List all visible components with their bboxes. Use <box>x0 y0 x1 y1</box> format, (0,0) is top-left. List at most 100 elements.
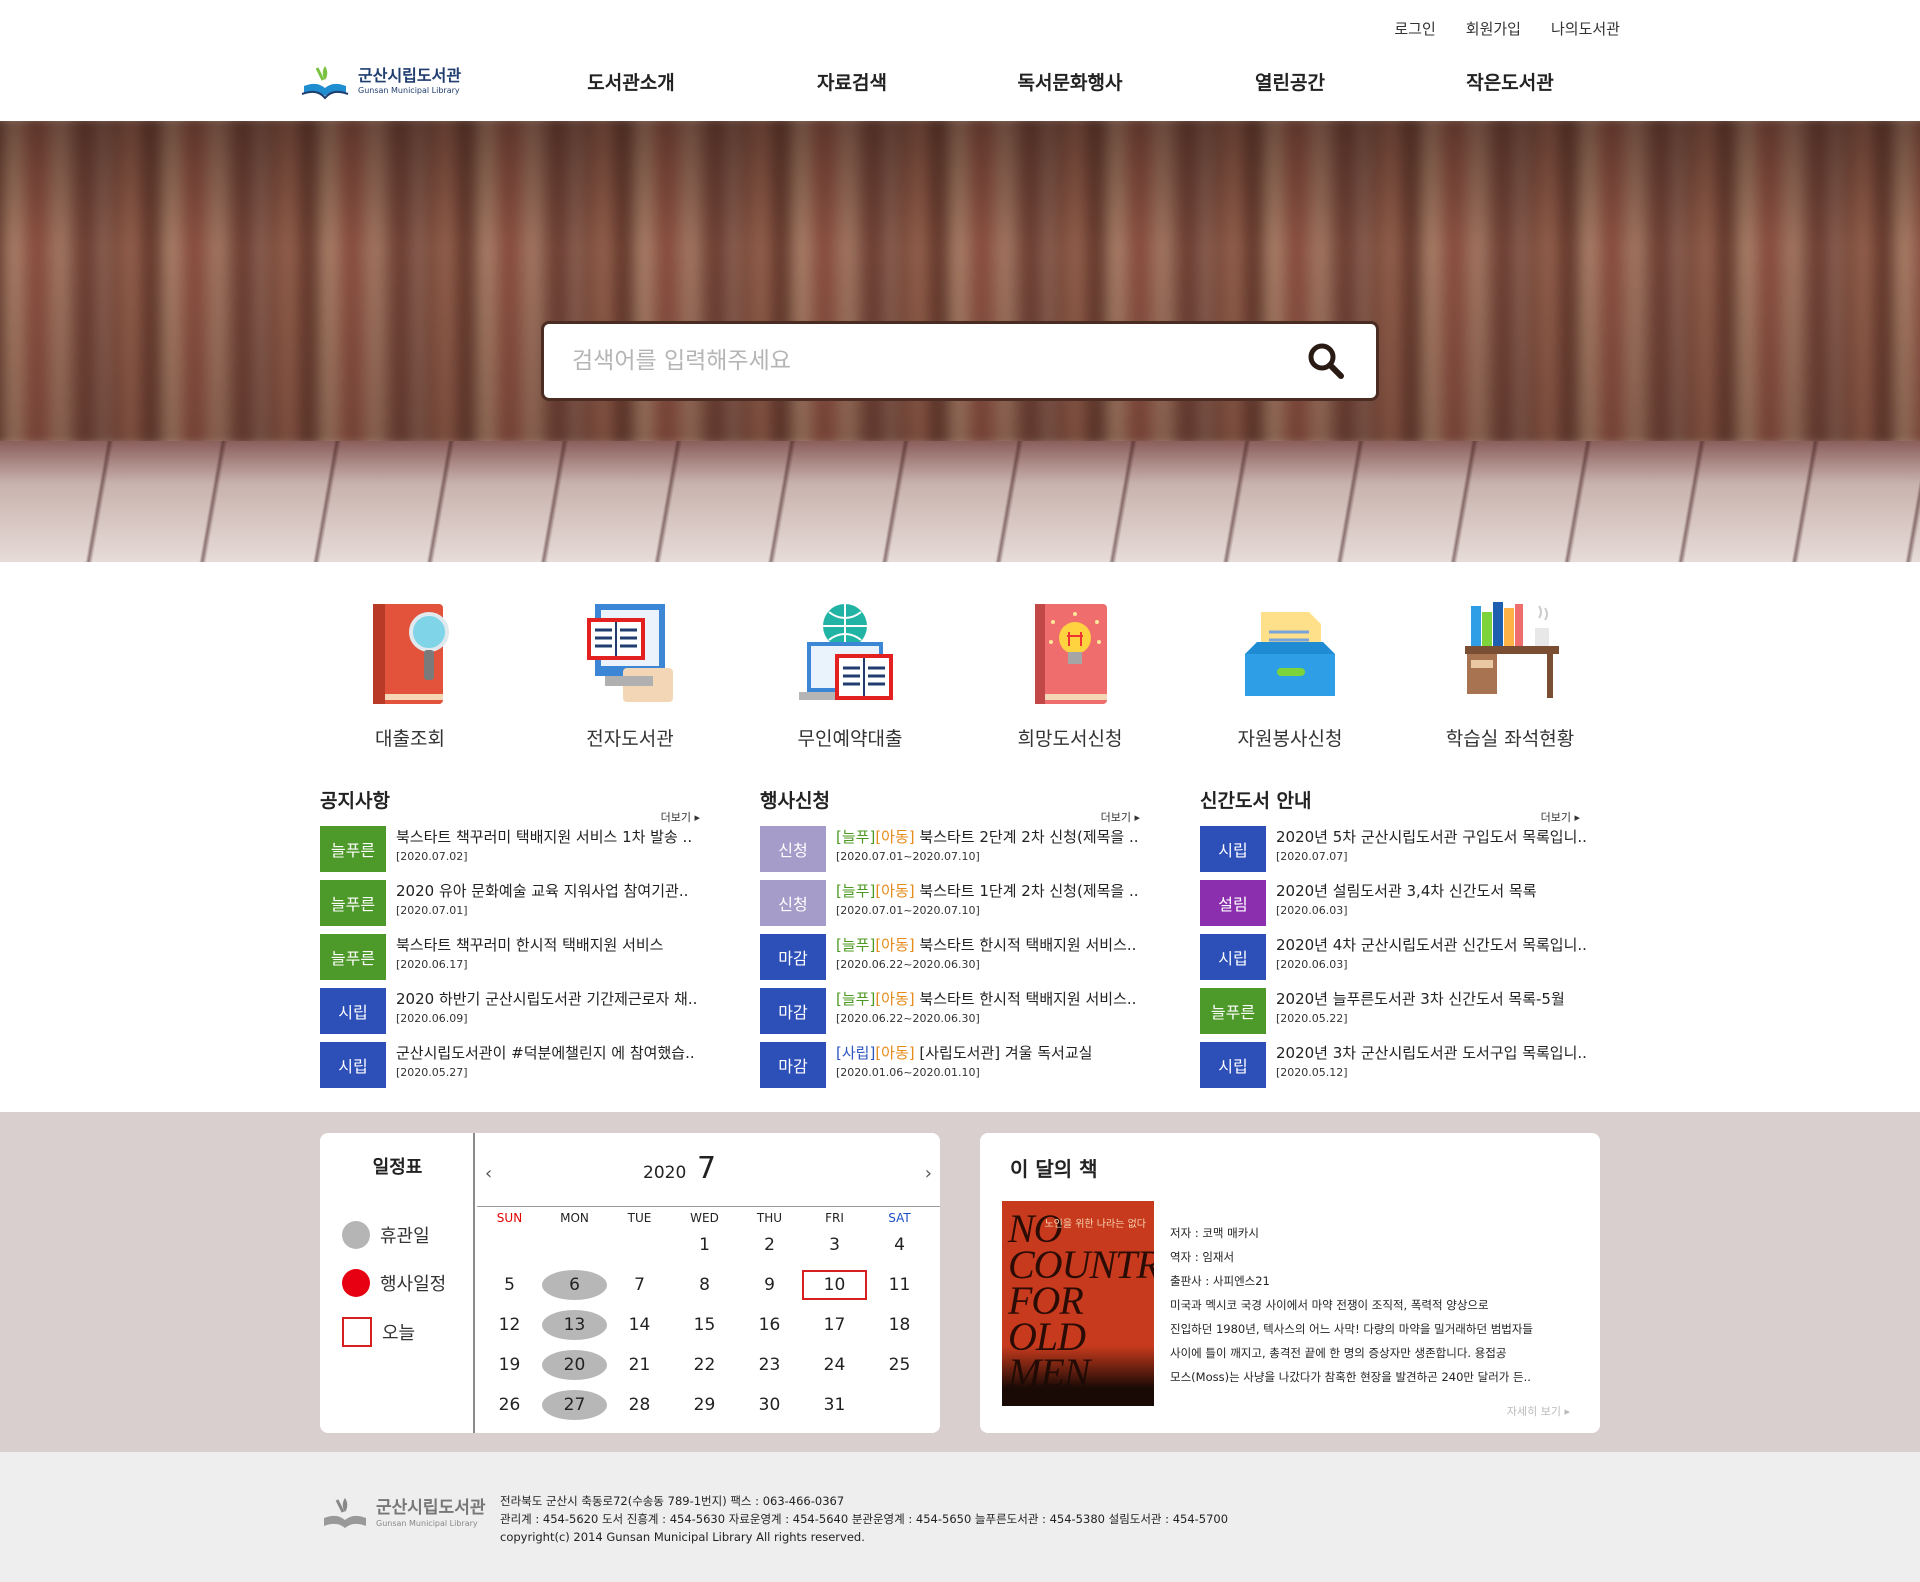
list-item[interactable]: 시립 2020년 3차 군산시립도서관 도서구입 목록입니.. [2020.05.… <box>1200 1042 1600 1094</box>
list-item[interactable]: 늘푸른 북스타트 책꾸러미 한시적 택배지원 서비스 [2020.06.17] <box>320 934 720 986</box>
calendar-day-cell[interactable]: 28 <box>607 1390 672 1420</box>
calendar-day-cell[interactable]: 12 <box>477 1310 542 1340</box>
search-input[interactable] <box>572 348 1304 374</box>
calendar-day-cell[interactable]: 23 <box>737 1350 802 1380</box>
calendar-day-cell[interactable]: 10 <box>802 1270 867 1300</box>
list-item[interactable]: 마감 [사립][아동] [사립도서관] 겨울 독서교실 [2020.01.06~2… <box>760 1042 1160 1094</box>
calendar-day-cell[interactable]: 5 <box>477 1270 542 1300</box>
calendar-day-cell[interactable]: 6 <box>542 1270 607 1300</box>
nav-about[interactable]: 도서관소개 <box>587 68 674 95</box>
event-more-link[interactable]: 더보기 ▸ <box>1101 809 1140 825</box>
footer-logo-title: 군산시립도서관 <box>376 1498 486 1518</box>
calendar-day-cell[interactable]: 16 <box>737 1310 802 1340</box>
quick-volunteer[interactable]: 자원봉사신청 <box>1190 598 1390 751</box>
book-detail-link[interactable]: 자세히 보기 ▸ <box>1507 1403 1570 1419</box>
calendar-day <box>607 1230 672 1260</box>
main-nav: 도서관소개 자료검색 독서문화행사 열린공간 작은도서관 <box>0 68 1920 98</box>
nav-search[interactable]: 자료검색 <box>817 68 887 95</box>
calendar-day-cell[interactable]: 20 <box>542 1350 607 1380</box>
calendar-day-cell[interactable]: 17 <box>802 1310 867 1340</box>
quick-loan-check[interactable]: 대출조회 <box>310 598 510 751</box>
item-date: [2020.06.22~2020.06.30] <box>836 958 980 971</box>
list-item[interactable]: 마감 [늘푸][아동] 북스타트 한시적 택배지원 서비스.. [2020.06.… <box>760 934 1160 986</box>
list-item[interactable]: 마감 [늘푸][아동] 북스타트 한시적 택배지원 서비스.. [2020.06.… <box>760 988 1160 1040</box>
calendar-day-cell[interactable]: 27 <box>542 1390 607 1420</box>
calendar-day-cell[interactable]: 3 <box>802 1230 867 1260</box>
item-date: [2020.05.12] <box>1276 1066 1348 1079</box>
quick-volunteer-label: 자원봉사신청 <box>1237 728 1343 750</box>
nav-open-space[interactable]: 열린공간 <box>1255 68 1325 95</box>
search-button[interactable] <box>1304 339 1348 383</box>
list-item[interactable]: 시립 2020 하반기 군산시립도서관 기간제근로자 채.. [2020.06.0… <box>320 988 720 1040</box>
calendar-day-cell[interactable]: 14 <box>607 1310 672 1340</box>
calendar-day-cell[interactable]: 13 <box>542 1310 607 1340</box>
audience-prefix: [아동] <box>875 936 915 954</box>
item-title: 2020 유아 문화예술 교육 지워사업 참여기관.. <box>396 882 689 900</box>
quick-study-room[interactable]: 학습실 좌석현황 <box>1410 598 1610 751</box>
calendar-day-cell[interactable]: 4 <box>867 1230 932 1260</box>
calendar-week: 19 20 21 22 23 24 25 <box>477 1345 933 1385</box>
calendar-day: 9 <box>764 1275 775 1295</box>
calendar-day: 7 <box>634 1275 645 1295</box>
category-badge: 늘푸른 <box>320 880 386 926</box>
list-item[interactable]: 시립 군산시립도서관이 #덕분에챌린지 에 참여했습.. [2020.05.27] <box>320 1042 720 1094</box>
new-books-more-link[interactable]: 더보기 ▸ <box>1541 809 1580 825</box>
calendar-day: 29 <box>693 1395 716 1415</box>
calendar-day-cell[interactable]: 2 <box>737 1230 802 1260</box>
next-month-button[interactable]: › <box>925 1163 932 1184</box>
list-item[interactable]: 늘푸른 2020 유아 문화예술 교육 지워사업 참여기관.. [2020.07.… <box>320 880 720 932</box>
list-item[interactable]: 늘푸른 2020년 늘푸른도서관 3차 신간도서 목록-5월 [2020.05.2… <box>1200 988 1600 1040</box>
my-library-link[interactable]: 나의도서관 <box>1551 18 1620 39</box>
calendar-day-cell[interactable]: 1 <box>672 1230 737 1260</box>
list-item[interactable]: 늘푸른 북스타트 책꾸러미 택배지원 서비스 1차 발송 .. [2020.07.… <box>320 826 720 878</box>
quick-wish-book[interactable]: 희망도서신청 <box>970 598 1170 751</box>
calendar-day-cell[interactable]: 24 <box>802 1350 867 1380</box>
quick-self-reserve[interactable]: 무인예약대출 <box>750 598 950 751</box>
list-item[interactable]: 시립 2020년 4차 군산시립도서관 신간도서 목록입니.. [2020.06.… <box>1200 934 1600 986</box>
prev-month-button[interactable]: ‹ <box>485 1163 492 1184</box>
calendar-day-cell[interactable]: 19 <box>477 1350 542 1380</box>
calendar-day: 16 <box>758 1315 781 1335</box>
category-badge: 늘푸른 <box>1200 988 1266 1034</box>
list-item[interactable]: 설림 2020년 설림도서관 3,4차 신간도서 목록 [2020.06.03] <box>1200 880 1600 932</box>
calendar-day-cell[interactable]: 9 <box>737 1270 802 1300</box>
calendar-day-cell[interactable]: 29 <box>672 1390 737 1420</box>
calendar-day: 27 <box>542 1390 607 1420</box>
nav-small-library[interactable]: 작은도서관 <box>1466 68 1553 95</box>
legend-label: 행사일정 <box>380 1274 447 1295</box>
weekday-header: SUN MON TUE WED THU FRI SAT <box>477 1211 933 1225</box>
calendar-day-cell[interactable]: 11 <box>867 1270 932 1300</box>
calendar-day-cell[interactable]: 15 <box>672 1310 737 1340</box>
calendar-day-cell[interactable]: 7 <box>607 1270 672 1300</box>
item-title: 2020년 4차 군산시립도서관 신간도서 목록입니.. <box>1276 936 1587 954</box>
login-link[interactable]: 로그인 <box>1394 18 1435 39</box>
notice-more-link[interactable]: 더보기 ▸ <box>661 809 700 825</box>
list-item[interactable]: 신청 [늘푸][아동] 북스타트 1단계 2차 신청(제목을 .. [2020.0… <box>760 880 1160 932</box>
calendar-day-cell[interactable]: 30 <box>737 1390 802 1420</box>
item-date: [2020.07.01~2020.07.10] <box>836 850 980 863</box>
list-item[interactable]: 신청 [늘푸][아동] 북스타트 2단계 2차 신청(제목을 .. [2020.0… <box>760 826 1160 878</box>
calendar-day-cell[interactable]: 26 <box>477 1390 542 1420</box>
calendar-day-cell[interactable]: 31 <box>802 1390 867 1420</box>
calendar-day-cell[interactable]: 22 <box>672 1350 737 1380</box>
list-item[interactable]: 시립 2020년 5차 군산시립도서관 구입도서 목록입니.. [2020.07.… <box>1200 826 1600 878</box>
calendar-day-cell[interactable]: 8 <box>672 1270 737 1300</box>
calendar-day-cell[interactable]: 21 <box>607 1350 672 1380</box>
status-badge: 마감 <box>760 934 826 980</box>
calendar-day-cell[interactable]: 18 <box>867 1310 932 1340</box>
nav-events[interactable]: 독서문화행사 <box>1018 68 1123 95</box>
category-badge: 늘푸른 <box>320 934 386 980</box>
item-title: 2020년 5차 군산시립도서관 구입도서 목록입니.. <box>1276 828 1587 846</box>
calendar-day-cell <box>867 1390 932 1420</box>
item-date: [2020.06.03] <box>1276 904 1348 917</box>
legend-closed: 휴관일 <box>342 1221 430 1249</box>
calendar-day-cell[interactable]: 25 <box>867 1350 932 1380</box>
book-cover[interactable]: NO COUNTRY FOR OLD MEN 노인을 위한 나라는 없다 <box>1002 1201 1154 1406</box>
item-title: 북스타트 1단계 2차 신청(제목을 .. <box>914 882 1139 900</box>
footer: 군산시립도서관 Gunsan Municipal Library 전라북도 군산… <box>0 1452 1920 1582</box>
signup-link[interactable]: 회원가입 <box>1466 18 1521 39</box>
quick-e-library[interactable]: 전자도서관 <box>530 598 730 751</box>
schedule-panel: 일정표 휴관일 행사일정 오늘 ‹ 2020 7 › SUN MON TUE WED T… <box>320 1133 940 1433</box>
library-prefix: [사립] <box>836 1044 876 1062</box>
event-board: 행사신청 더보기 ▸ 신청 [늘푸][아동] 북스타트 2단계 2차 신청(제목… <box>760 786 1160 1094</box>
